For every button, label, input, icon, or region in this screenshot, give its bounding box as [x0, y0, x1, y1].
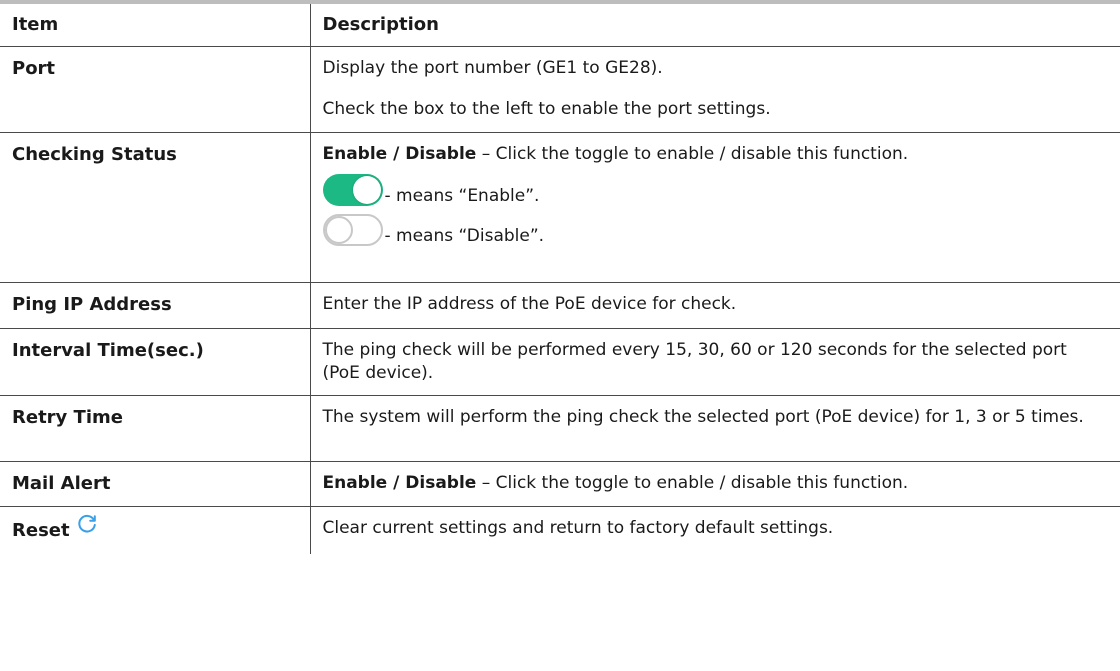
item-ping-ip: Ping IP Address [0, 282, 310, 329]
mail-enable-disable-bold: Enable / Disable [322, 472, 477, 493]
table-row-reset: Reset Clear current settings and return … [0, 506, 1120, 554]
table-row-retry: Retry Time The system will perform the p… [0, 395, 1120, 462]
header-item: Item [0, 2, 310, 47]
table-row-ping-ip: Ping IP Address Enter the IP address of … [0, 282, 1120, 329]
desc-checking-status-line: Enable / Disable – Click the toggle to e… [323, 143, 1101, 166]
toggle-on-label: - means “Enable”. [384, 185, 540, 206]
item-mail-alert: Mail Alert [0, 461, 310, 507]
item-checking-status: Checking Status [0, 132, 310, 283]
desc-reset: Clear current settings and return to fac… [309, 506, 1120, 554]
enable-disable-bold: Enable / Disable [322, 143, 477, 164]
desc-mail-alert: Enable / Disable – Click the toggle to e… [309, 461, 1120, 507]
item-reset: Reset [0, 506, 310, 554]
table-row-mail-alert: Mail Alert Enable / Disable – Click the … [0, 461, 1120, 507]
item-reset-label: Reset [12, 519, 70, 541]
refresh-icon [76, 513, 98, 541]
enable-disable-text: – Click the toggle to enable / disable t… [476, 143, 909, 164]
mail-enable-disable-text: – Click the toggle to enable / disable t… [476, 472, 909, 493]
desc-port: Display the port number (GE1 to GE28). C… [309, 46, 1120, 133]
item-interval: Interval Time(sec.) [0, 328, 310, 396]
desc-port-line1: Display the port number (GE1 to GE28). [322, 57, 663, 78]
table-row-interval: Interval Time(sec.) The ping check will … [0, 328, 1120, 396]
toggle-on-line: - means “Enable”. [322, 170, 1101, 206]
item-port: Port [0, 46, 310, 133]
toggle-off-icon [322, 213, 383, 246]
toggle-off-label: - means “Disable”. [384, 225, 545, 246]
item-retry: Retry Time [0, 395, 310, 462]
header-description: Description [309, 2, 1120, 47]
table-header-row: Item Description [0, 2, 1120, 47]
table-row-checking-status: Checking Status Enable / Disable – Click… [0, 132, 1120, 283]
desc-interval: The ping check will be performed every 1… [309, 328, 1120, 396]
desc-checking-status: Enable / Disable – Click the toggle to e… [309, 132, 1120, 283]
table-row-port: Port Display the port number (GE1 to GE2… [0, 46, 1120, 133]
desc-ping-ip: Enter the IP address of the PoE device f… [309, 282, 1120, 329]
toggle-off-line: - means “Disable”. [322, 210, 1101, 246]
desc-retry: The system will perform the ping check t… [309, 395, 1120, 462]
desc-port-line2: Check the box to the left to enable the … [322, 98, 771, 119]
toggle-on-icon [322, 173, 383, 206]
parameter-table: Item Description Port Display the port n… [0, 0, 1120, 554]
